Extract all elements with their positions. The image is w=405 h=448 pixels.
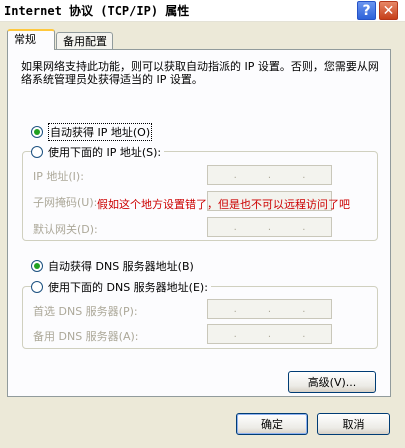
alternate-dns-label: 备用 DNS 服务器(A): xyxy=(33,330,139,343)
alternate-dns-field: ... xyxy=(207,324,332,344)
annotation-text: 假如这个地方设置错了，但是也不可以远程访问了吧 xyxy=(97,198,350,211)
subnet-mask-label: 子网掩码(U): xyxy=(33,196,98,209)
preferred-dns-label: 首选 DNS 服务器(P): xyxy=(33,305,138,318)
ip-address-label: IP 地址(I): xyxy=(33,170,84,183)
preferred-dns-field: ... xyxy=(207,299,332,319)
title-bar: Internet 协议 (TCP/IP) 属性 ? ✕ xyxy=(0,0,405,22)
help-icon[interactable]: ? xyxy=(356,0,377,21)
default-gateway-label: 默认网关(D): xyxy=(33,223,98,236)
default-gateway-field: ... xyxy=(207,217,332,237)
window-title: Internet 协议 (TCP/IP) 属性 xyxy=(4,4,190,18)
auto-ip-radio[interactable] xyxy=(31,126,43,138)
manual-ip-label[interactable]: 使用下面的 IP 地址(S): xyxy=(48,144,161,160)
close-icon[interactable]: ✕ xyxy=(378,0,399,21)
description-text: 如果网络支持此功能，则可以获取自动指派的 IP 设置。否则，您需要从网络系统管理… xyxy=(21,60,379,86)
tab-general[interactable]: 常规 xyxy=(7,29,55,50)
auto-ip-option[interactable]: 自动获得 IP 地址(O) xyxy=(31,123,153,141)
auto-ip-label[interactable]: 自动获得 IP 地址(O) xyxy=(48,123,153,141)
advanced-button[interactable]: 高级(V)... xyxy=(288,371,376,393)
manual-dns-option[interactable]: 使用下面的 DNS 服务器地址(E): xyxy=(31,279,211,295)
manual-dns-radio[interactable] xyxy=(31,281,43,293)
manual-dns-label[interactable]: 使用下面的 DNS 服务器地址(E): xyxy=(48,279,208,295)
auto-dns-label[interactable]: 自动获得 DNS 服务器地址(B) xyxy=(48,258,194,274)
ip-address-field: ... xyxy=(207,165,332,185)
cancel-button[interactable]: 取消 xyxy=(317,413,390,435)
auto-dns-radio[interactable] xyxy=(31,260,43,272)
ok-button[interactable]: 确定 xyxy=(236,413,308,435)
manual-ip-radio[interactable] xyxy=(31,146,43,158)
manual-ip-option[interactable]: 使用下面的 IP 地址(S): xyxy=(31,144,165,160)
auto-dns-option[interactable]: 自动获得 DNS 服务器地址(B) xyxy=(31,258,194,274)
